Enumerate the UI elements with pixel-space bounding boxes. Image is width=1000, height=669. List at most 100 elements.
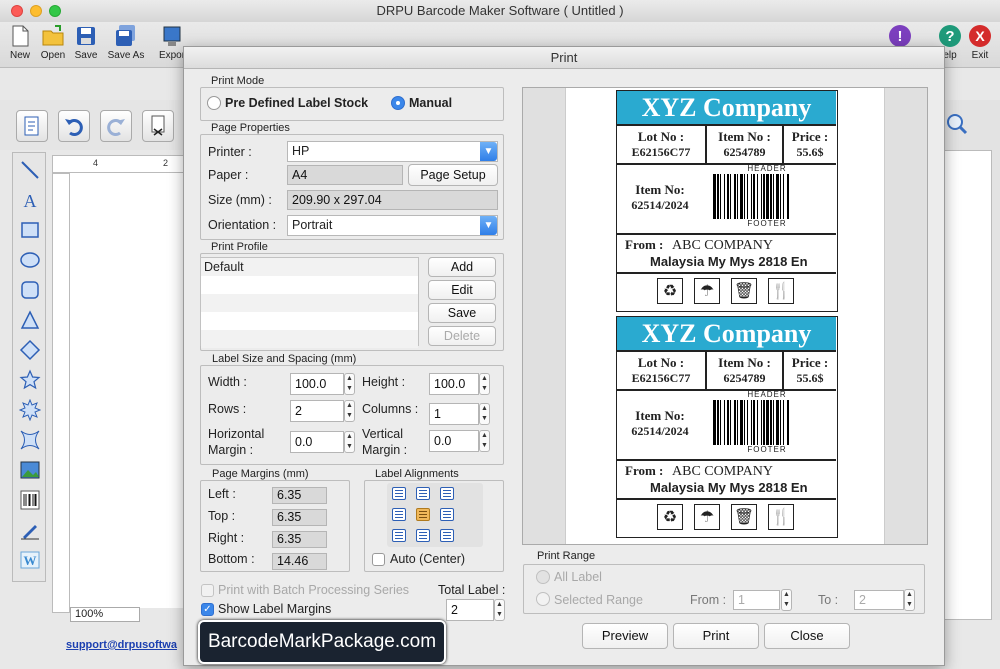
width-input[interactable]: 100.0 (290, 373, 344, 395)
undo-button[interactable] (58, 110, 90, 142)
zoom-value: 100% (75, 608, 104, 620)
alignment-line (443, 493, 451, 494)
label-alignments-legend: Label Alignments (372, 468, 462, 480)
columns-stepper[interactable]: ▲ ▼ (479, 403, 490, 425)
to-stepper[interactable]: ▲ ▼ (904, 589, 915, 611)
svg-text:W: W (24, 553, 37, 568)
auto-center-checkbox[interactable] (372, 553, 385, 566)
close-button[interactable]: Close (764, 623, 850, 649)
zoom-icon[interactable] (945, 112, 969, 136)
list-item[interactable] (201, 294, 418, 312)
alignment-option-icon[interactable] (416, 487, 430, 500)
from-input[interactable]: 1 (733, 590, 780, 610)
vertical-margin-input[interactable]: 0.0 (429, 430, 479, 452)
support-link[interactable]: support@drpusoftwa (66, 639, 177, 651)
text-tool-button[interactable]: A (17, 187, 43, 213)
redo-button[interactable] (100, 110, 132, 142)
zoom-window-icon[interactable] (49, 5, 61, 17)
profile-list[interactable]: Default (200, 257, 419, 348)
alignment-option-icon[interactable] (392, 529, 406, 542)
height-stepper[interactable]: ▲ ▼ (479, 373, 490, 395)
watermark-tool-button[interactable]: W (17, 547, 43, 573)
line-tool-button[interactable] (17, 157, 43, 183)
minimize-window-icon[interactable] (30, 5, 42, 17)
alignment-option-icon[interactable] (416, 508, 430, 521)
to-input[interactable]: 2 (854, 590, 904, 610)
selected-range-radio[interactable] (536, 592, 550, 606)
item-no-value: 6254789 (723, 371, 766, 385)
print-profile-legend: Print Profile (208, 241, 271, 253)
preview-button[interactable]: Preview (582, 623, 668, 649)
triangle-tool-button[interactable] (17, 307, 43, 333)
star-tool-button[interactable] (17, 367, 43, 393)
design-canvas[interactable] (70, 173, 192, 608)
cut-button[interactable] (142, 110, 174, 142)
list-item[interactable]: Default (201, 258, 418, 276)
add-profile-button[interactable]: Add (428, 257, 496, 277)
alignment-line (395, 538, 403, 539)
horizontal-margin-input[interactable]: 0.0 (290, 431, 344, 453)
save-as-button[interactable]: Save As (104, 24, 148, 61)
horizontal-margin-stepper[interactable]: ▲ ▼ (344, 431, 355, 453)
info-icon[interactable]: ! (888, 24, 912, 48)
concave-star-tool-button[interactable] (17, 427, 43, 453)
save-button[interactable]: Save (66, 24, 106, 61)
close-window-icon[interactable] (11, 5, 23, 17)
alignment-option-icon[interactable] (440, 529, 454, 542)
alignment-grid (387, 483, 483, 547)
barcode-tool-button[interactable] (17, 487, 43, 513)
signature-tool-button[interactable] (17, 517, 43, 543)
from-company: ABC COMPANY (672, 464, 774, 479)
alignment-option-icon[interactable] (440, 487, 454, 500)
columns-input[interactable]: 1 (429, 403, 479, 425)
from-stepper[interactable]: ▲ ▼ (781, 589, 792, 611)
alignment-line (443, 514, 451, 515)
list-item[interactable] (201, 312, 418, 330)
image-tool-button[interactable] (17, 457, 43, 483)
height-input[interactable]: 100.0 (429, 373, 479, 395)
vertical-margin-stepper[interactable]: ▲ ▼ (479, 430, 490, 452)
save-icon (77, 27, 95, 45)
alignment-option-icon[interactable] (440, 508, 454, 521)
barcode-header-text: HEADER (747, 390, 787, 399)
page-edit-button[interactable] (16, 110, 48, 142)
selected-range-label: Selected Range (554, 593, 643, 607)
right-margin-field: 6.35 (272, 531, 327, 548)
all-label-radio[interactable] (536, 570, 550, 584)
rounded-rectangle-icon (21, 281, 39, 299)
list-item[interactable] (201, 276, 418, 294)
save-profile-button[interactable]: Save (428, 303, 496, 323)
alignment-option-icon[interactable] (416, 529, 430, 542)
diamond-tool-button[interactable] (17, 337, 43, 363)
print-button[interactable]: Print (673, 623, 759, 649)
total-label-stepper[interactable]: ▲ ▼ (494, 599, 505, 621)
exit-button[interactable]: X Exit (960, 24, 1000, 61)
orientation-select[interactable]: Portrait ▼ (287, 215, 498, 236)
alignment-option-icon[interactable] (392, 508, 406, 521)
bottom-margin-label: Bottom : (208, 552, 255, 566)
printer-select[interactable]: HP ▼ (287, 141, 498, 162)
label-divider (617, 272, 836, 274)
barcode-bar (747, 174, 748, 219)
alignment-option-icon[interactable] (392, 487, 406, 500)
list-item[interactable] (201, 330, 418, 348)
edit-profile-button[interactable]: Edit (428, 280, 496, 300)
umbrella-icon: ☂ (694, 504, 720, 530)
rectangle-tool-button[interactable] (17, 217, 43, 243)
ellipse-tool-button[interactable] (17, 247, 43, 273)
zoom-select[interactable]: 100% (70, 607, 140, 622)
diamond-icon (19, 339, 41, 361)
rounded-rect-tool-button[interactable] (17, 277, 43, 303)
manual-radio[interactable] (391, 96, 405, 110)
page-setup-button[interactable]: Page Setup (408, 164, 498, 186)
rows-stepper[interactable]: ▲ ▼ (344, 400, 355, 422)
batch-processing-checkbox[interactable] (201, 584, 214, 597)
width-stepper[interactable]: ▲ ▼ (344, 373, 355, 395)
total-label-input[interactable]: 2 (446, 599, 494, 621)
rows-input[interactable]: 2 (290, 400, 344, 422)
show-label-margins-checkbox[interactable]: ✓ (201, 603, 214, 616)
predefined-label-stock-radio[interactable] (207, 96, 221, 110)
burst-tool-button[interactable] (17, 397, 43, 423)
delete-profile-button[interactable]: Delete (428, 326, 496, 346)
lot-no-label: Lot No : (637, 129, 685, 144)
